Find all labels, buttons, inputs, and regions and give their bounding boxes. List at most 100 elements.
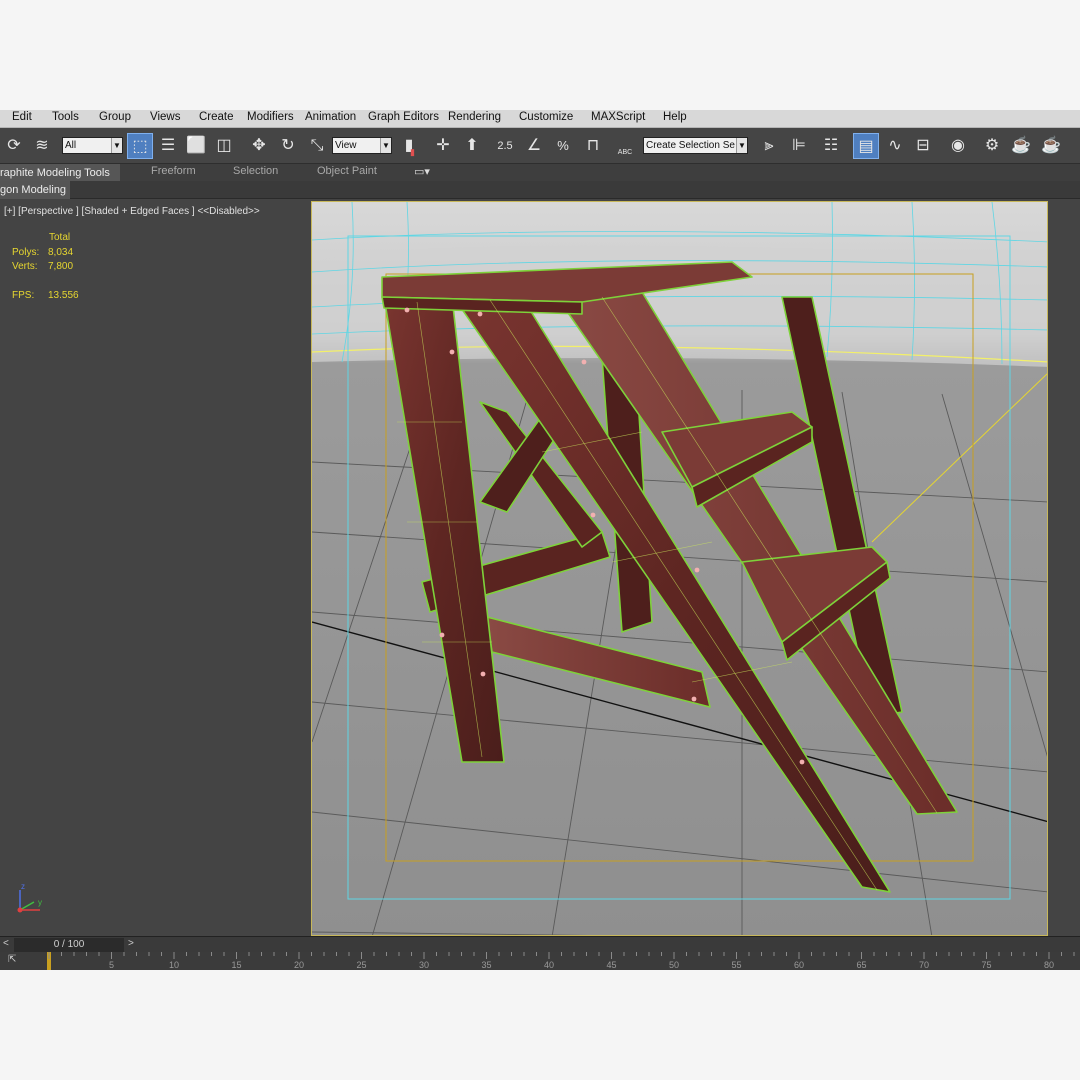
axis-z-label: z — [21, 882, 25, 891]
left-panel: [+] [Perspective ] [Shaded + Edged Faces… — [0, 200, 311, 936]
angle-snap-icon[interactable]: ∠ — [521, 133, 547, 159]
tab-freeform[interactable]: Freeform — [151, 165, 196, 177]
ruler-label: 75 — [981, 960, 991, 970]
perspective-viewport[interactable] — [311, 201, 1048, 936]
ribbon-tabs: raphite Modeling Tools Freeform Selectio… — [0, 164, 1080, 181]
fps-value: 13.556 — [48, 290, 79, 301]
pivot-icon[interactable]: ▮ ▮ — [396, 133, 422, 159]
edit-named-sel-icon[interactable]: ABC — [612, 133, 638, 159]
align-icon[interactable]: ⊫ — [786, 133, 812, 159]
named-selection-dropdown[interactable]: Create Selection Se ▼ — [643, 137, 748, 154]
render-production-icon[interactable]: ☕ — [1038, 133, 1064, 159]
tab-selection[interactable]: Selection — [233, 165, 278, 177]
time-ruler: 5 10 15 20 25 30 35 40 45 50 55 60 65 70 75 80 — [47, 952, 1075, 970]
ruler-label: 70 — [919, 960, 929, 970]
axis-tripod: z y — [17, 882, 42, 913]
ruler-label: 30 — [419, 960, 429, 970]
tab-object-paint[interactable]: Object Paint — [317, 165, 377, 177]
menu-edit[interactable]: Edit — [12, 111, 32, 123]
polys-value: 8,034 — [48, 247, 74, 258]
time-next-button[interactable]: > — [128, 938, 134, 949]
menu-views[interactable]: Views — [150, 111, 180, 123]
menu-tools[interactable]: Tools — [52, 111, 79, 123]
menu-group[interactable]: Group — [99, 111, 131, 123]
chevron-down-icon: ▼ — [380, 138, 391, 153]
percent-snap-label: % — [557, 138, 569, 153]
ruler-label: 40 — [544, 960, 554, 970]
percent-snap-icon[interactable]: % — [550, 133, 576, 159]
ruler-label: 55 — [731, 960, 741, 970]
axis-origin — [17, 907, 23, 913]
chevron-down-icon: ▼ — [111, 138, 122, 153]
ruler-label: 35 — [481, 960, 491, 970]
select-by-name-icon[interactable]: ☰ — [155, 133, 181, 159]
ruler-label: 80 — [1044, 960, 1054, 970]
select-object-icon[interactable]: ⬚ — [127, 133, 153, 159]
spell-label: ABC — [617, 149, 633, 156]
tab-graphite-modeling-tools[interactable]: raphite Modeling Tools — [0, 164, 120, 181]
polys-label: Polys: — [12, 247, 40, 258]
layer-manager-icon[interactable]: ☷ — [818, 133, 844, 159]
schematic-view-icon[interactable]: ⊟ — [910, 133, 936, 159]
menu-create[interactable]: Create — [199, 111, 234, 123]
bind-spacewarp-icon[interactable]: ≋ — [29, 133, 55, 159]
keyboard-shortcut-icon[interactable]: ⬆ — [459, 133, 485, 159]
select-manipulate-icon[interactable]: ✛ — [430, 133, 456, 159]
move-icon[interactable]: ✥ — [246, 133, 272, 159]
rendered-frame-icon[interactable]: ☕ — [1008, 133, 1034, 159]
time-slider-thumb[interactable]: 0 / 100 — [14, 938, 124, 952]
ruler-label: 45 — [606, 960, 616, 970]
spinner-snap-icon[interactable]: ⊓ — [580, 133, 606, 159]
window-crossing-icon[interactable]: ◫ — [211, 133, 237, 159]
menu-help[interactable]: Help — [663, 111, 687, 123]
mirror-icon[interactable]: ⫸ — [756, 133, 782, 159]
menu-graph-editors[interactable]: Graph Editors — [368, 111, 439, 123]
track-bar[interactable]: ⇱ 5 10 15 20 25 30 35 40 45 50 55 60 65 70 75 80 — [0, 952, 1080, 970]
ruler-label: 10 — [169, 960, 179, 970]
ruler-label: 20 — [294, 960, 304, 970]
reference-coord-dropdown[interactable]: View ▼ — [332, 137, 392, 154]
rotate-icon[interactable]: ↻ — [275, 133, 301, 159]
max-window: Edit Tools Group Views Create Modifiers … — [0, 110, 1080, 970]
render-setup-icon[interactable]: ⚙ — [979, 133, 1005, 159]
snap-icon[interactable]: 2.5 — [492, 133, 518, 159]
ribbon-panel-bar: gon Modeling — [0, 181, 1080, 199]
select-link-icon[interactable]: ⟳ — [1, 133, 27, 159]
verts-label: Verts: — [12, 261, 38, 272]
chevron-down-icon: ▼ — [736, 138, 747, 153]
frame-display: 0 / 100 — [53, 939, 85, 950]
rect-selection-icon[interactable]: ⬜ — [183, 133, 209, 159]
reference-coord-value: View — [335, 140, 357, 151]
time-slider[interactable]: < 0 / 100 > — [0, 936, 1080, 952]
ruler-label: 25 — [356, 960, 366, 970]
ruler-label: 5 — [109, 960, 114, 970]
stats-header: Total — [49, 232, 71, 243]
viewport-label[interactable]: [+] [Perspective ] [Shaded + Edged Faces… — [4, 206, 260, 217]
verts-value: 7,800 — [48, 261, 74, 272]
menu-customize[interactable]: Customize — [519, 111, 573, 123]
fps-label: FPS: — [12, 290, 35, 301]
ribbon-options-icon[interactable]: ▭▾ — [414, 165, 430, 178]
axis-y-label: y — [38, 898, 42, 907]
ruler-label: 15 — [231, 960, 241, 970]
curve-editor-icon[interactable]: ∿ — [882, 133, 908, 159]
right-panel-edge — [1048, 201, 1080, 936]
scene-render — [312, 202, 1047, 935]
tab-polygon-modeling[interactable]: gon Modeling — [0, 181, 71, 199]
named-selection-placeholder: Create Selection Se — [646, 140, 735, 151]
menu-rendering[interactable]: Rendering — [448, 111, 501, 123]
menu-bar: Edit Tools Group Views Create Modifiers … — [0, 110, 1080, 128]
selection-filter-value: All — [65, 140, 77, 151]
ruler-label: 65 — [856, 960, 866, 970]
menu-maxscript[interactable]: MAXScript — [591, 111, 645, 123]
selection-filter-dropdown[interactable]: All ▼ — [62, 137, 123, 154]
time-prev-button[interactable]: < — [3, 938, 9, 949]
graphite-toggle-icon[interactable]: ▤ — [853, 133, 879, 159]
material-editor-icon[interactable]: ◉ — [945, 133, 971, 159]
menu-modifiers[interactable]: Modifiers — [247, 111, 294, 123]
ruler-label: 60 — [794, 960, 804, 970]
scale-icon[interactable]: ⤡ — [304, 133, 330, 159]
ruler-label: 50 — [669, 960, 679, 970]
menu-animation[interactable]: Animation — [305, 111, 356, 123]
snap-angle-label: 2.5 — [497, 140, 513, 152]
